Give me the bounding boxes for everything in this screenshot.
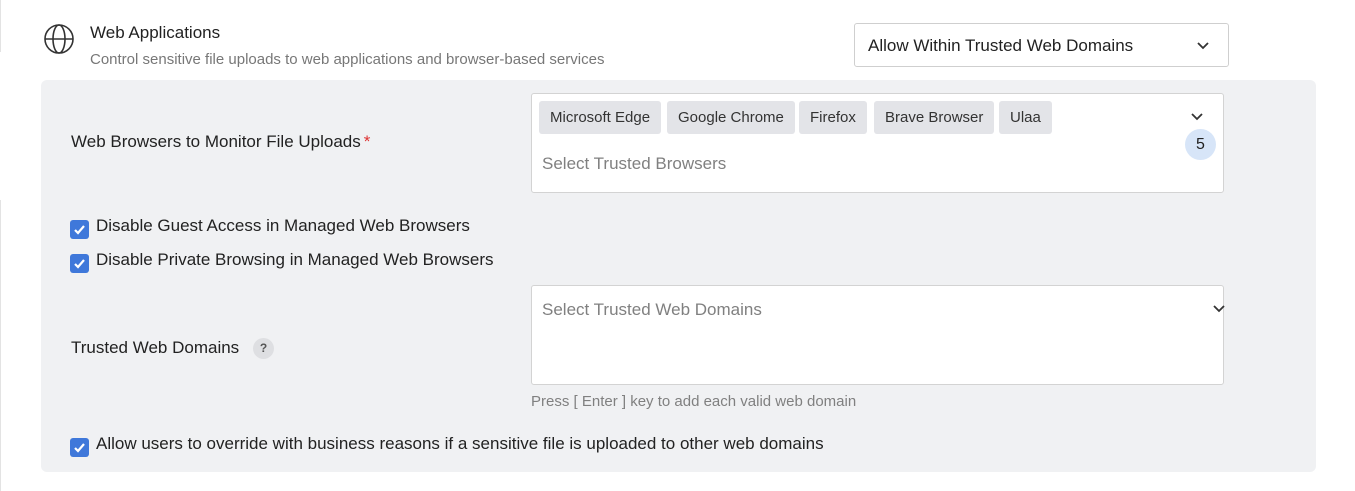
allow-override-checkbox[interactable] (70, 438, 89, 457)
required-mark: * (363, 132, 371, 151)
browsers-field-label: Web Browsers to Monitor File Uploads * (71, 132, 371, 151)
browser-chip-firefox[interactable]: Firefox (799, 101, 867, 134)
trusted-domains-label: Trusted Web Domains (71, 338, 240, 357)
disable-guest-access-checkbox[interactable] (70, 220, 89, 239)
upload-mode-select[interactable]: Allow Within Trusted Web Domains (854, 23, 1229, 67)
trusted-domains-input[interactable]: Select Trusted Web Domains (531, 285, 1226, 385)
disable-private-browsing-checkbox[interactable] (70, 254, 89, 273)
trusted-domains-placeholder[interactable]: Select Trusted Web Domains (542, 300, 762, 320)
check-icon (74, 259, 85, 269)
globe-icon (44, 24, 74, 54)
left-divider (0, 200, 1, 491)
browser-chip-ulaa[interactable]: Ulaa (999, 101, 1052, 134)
disable-guest-access-label: Disable Guest Access in Managed Web Brow… (96, 216, 470, 235)
chevron-down-icon[interactable] (1212, 301, 1226, 315)
disable-private-browsing-label: Disable Private Browsing in Managed Web … (96, 250, 494, 269)
check-icon (74, 225, 85, 235)
browser-chip-brave-browser[interactable]: Brave Browser (874, 101, 995, 134)
allow-override-label: Allow users to override with business re… (96, 434, 824, 453)
browser-chip-microsoft-edge[interactable]: Microsoft Edge (539, 101, 662, 134)
help-icon[interactable]: ? (253, 338, 274, 359)
selected-count-badge: 5 (1185, 129, 1216, 160)
section-title: Web Applications (90, 23, 221, 42)
chevron-down-icon[interactable] (1190, 109, 1204, 123)
check-icon (74, 443, 85, 453)
browser-chip-google-chrome[interactable]: Google Chrome (667, 101, 795, 134)
web-applications-panel: Web Browsers to Monitor File Uploads * Mi… (41, 80, 1316, 472)
browsers-multiselect[interactable]: Microsoft Edge Google Chrome Firefox Bra… (531, 93, 1224, 193)
browsers-search-placeholder[interactable]: Select Trusted Browsers (542, 154, 726, 174)
chevron-down-icon (1197, 42, 1209, 50)
section-description: Control sensitive file uploads to web ap… (90, 51, 605, 68)
upload-mode-value: Allow Within Trusted Web Domains (868, 36, 1134, 55)
left-divider (0, 0, 1, 52)
trusted-domains-hint: Press [ Enter ] key to add each valid we… (531, 393, 857, 410)
